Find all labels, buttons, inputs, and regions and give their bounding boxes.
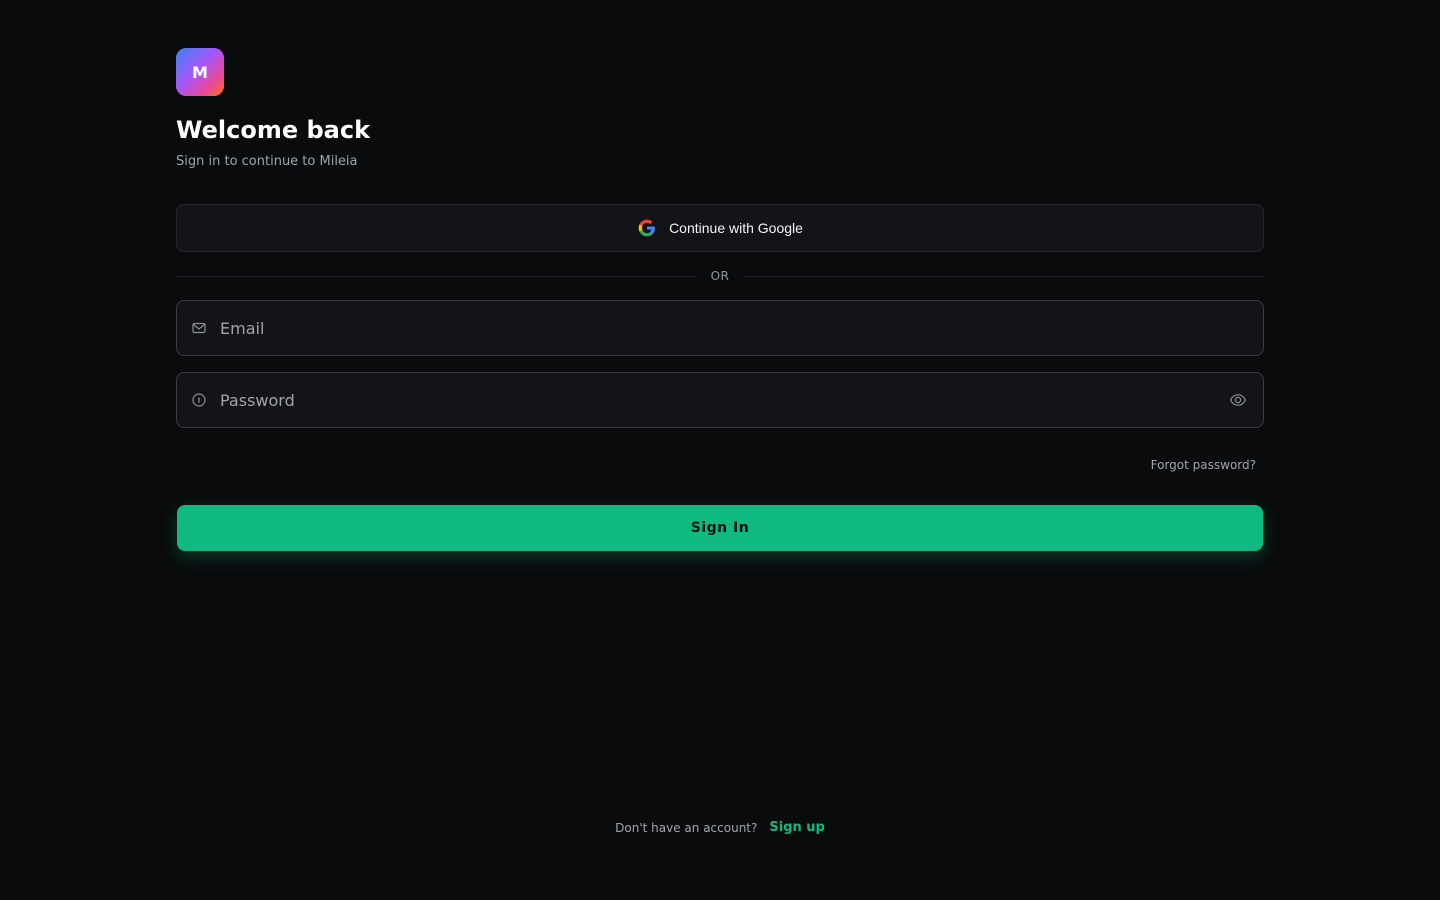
divider-label: OR bbox=[710, 269, 730, 283]
divider-line bbox=[743, 275, 1265, 277]
app-logo: M bbox=[176, 48, 224, 96]
sign-up-link[interactable]: Sign up bbox=[769, 820, 824, 835]
signup-question: Don't have an account? bbox=[615, 820, 758, 835]
eye-icon[interactable] bbox=[1229, 391, 1247, 409]
or-divider: OR bbox=[176, 266, 1265, 286]
email-field[interactable] bbox=[176, 300, 1264, 356]
google-icon bbox=[638, 219, 656, 237]
sign-in-page: M Welcome back Sign in to continue to Mi… bbox=[0, 0, 1440, 900]
continue-with-google-button[interactable]: Continue with Google bbox=[176, 204, 1264, 252]
page-subtitle: Sign in to continue to Mileia bbox=[176, 154, 358, 169]
lock-icon bbox=[192, 393, 206, 407]
signup-prompt: Don't have an account? Sign up bbox=[0, 820, 1440, 835]
password-input[interactable] bbox=[220, 373, 1219, 427]
logo-letter: M bbox=[192, 62, 208, 82]
divider-line bbox=[176, 275, 697, 277]
email-input[interactable] bbox=[220, 301, 1219, 355]
password-field[interactable] bbox=[176, 372, 1264, 428]
page-title: Welcome back bbox=[176, 116, 371, 144]
google-button-label: Continue with Google bbox=[669, 220, 803, 236]
sign-in-button[interactable]: Sign In bbox=[177, 505, 1263, 551]
mail-icon bbox=[192, 322, 206, 334]
forgot-password-link[interactable]: Forgot password? bbox=[1151, 458, 1256, 472]
